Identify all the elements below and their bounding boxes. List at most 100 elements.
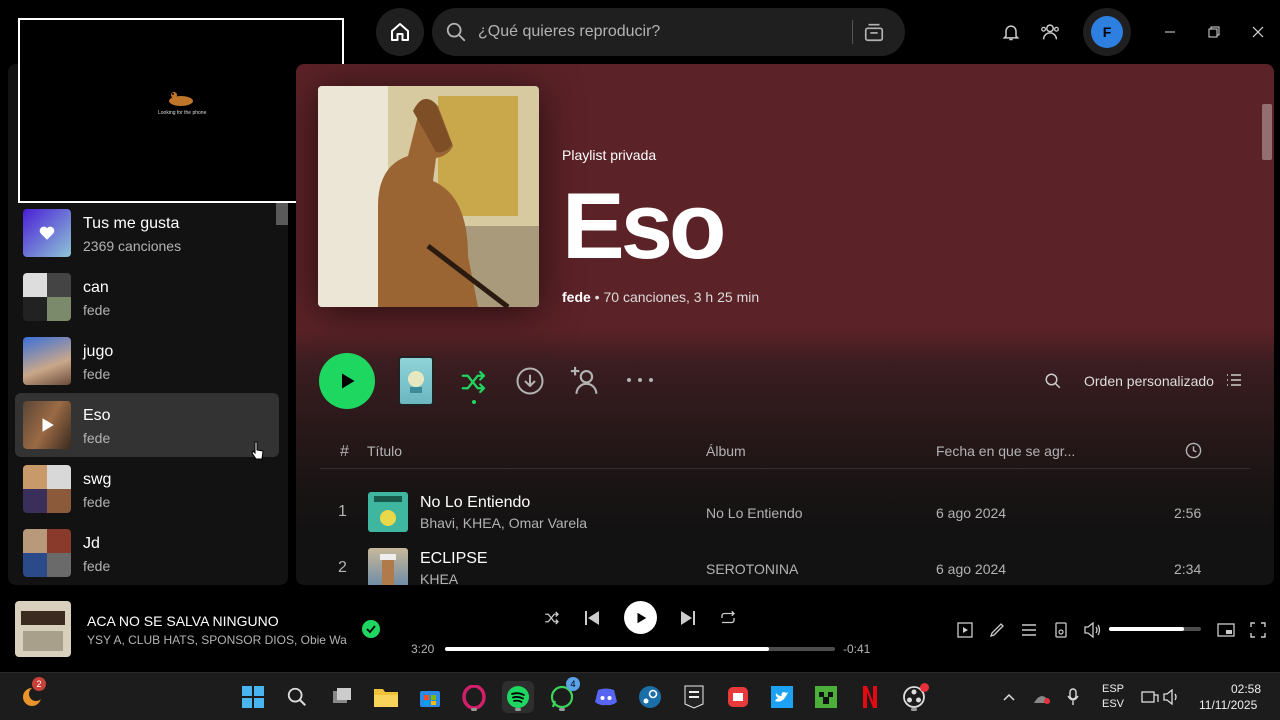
browse-icon[interactable] [862, 20, 886, 44]
store-app[interactable] [414, 681, 446, 713]
search-icon [287, 687, 306, 706]
volume-icon[interactable] [1083, 620, 1103, 640]
saved-check-icon[interactable] [362, 620, 380, 638]
track-album[interactable]: SEROTONINA [706, 561, 798, 577]
minimize-icon[interactable] [1158, 20, 1182, 44]
now-playing-view-icon[interactable] [955, 620, 975, 640]
next-icon[interactable] [677, 607, 699, 629]
library-item-name: Eso [83, 407, 111, 424]
library-item-name: Jd [83, 535, 100, 552]
library-item-can[interactable]: can fede [15, 265, 279, 329]
minecraft-app[interactable] [810, 681, 842, 713]
invite-collaborator-icon[interactable] [568, 364, 602, 398]
library-item-swg[interactable]: swg fede [15, 457, 279, 521]
shuffle-icon[interactable] [541, 607, 563, 629]
volume-slider[interactable] [1109, 627, 1201, 631]
library-item-jd[interactable]: Jd fede [15, 521, 279, 585]
header-title[interactable]: Título [367, 443, 402, 459]
whatsapp-app[interactable]: 4 [546, 677, 580, 713]
track-date-added: 6 ago 2024 [936, 561, 1007, 577]
now-playing-art[interactable] [15, 601, 71, 657]
playlist-cover [23, 529, 71, 577]
library-item-name: swg [83, 471, 112, 488]
taskbar-search-button[interactable] [281, 681, 313, 713]
library-item-sub: fede [83, 302, 111, 318]
playlist-owner[interactable]: fede [562, 289, 591, 305]
track-album[interactable]: No Lo Entiendo [706, 505, 803, 521]
epic-games-app[interactable] [678, 681, 710, 713]
epic-games-icon [684, 685, 704, 709]
tray-overflow-icon[interactable] [998, 681, 1020, 713]
language-bottom[interactable]: ESV [1102, 698, 1124, 710]
repeat-icon[interactable] [717, 607, 739, 629]
recording-dot [920, 683, 929, 692]
home-button[interactable] [376, 8, 424, 56]
running-indicator [911, 708, 917, 711]
microphone-icon[interactable] [1062, 681, 1084, 713]
list-view-icon[interactable] [1224, 370, 1244, 390]
more-options-icon[interactable] [624, 368, 656, 392]
fullscreen-icon[interactable] [1248, 620, 1268, 640]
game-launcher-icon [728, 687, 748, 707]
search-bar[interactable] [432, 8, 905, 56]
discord-app[interactable] [590, 681, 622, 713]
track-title[interactable]: No Lo Entiendo [420, 494, 530, 512]
download-icon[interactable] [514, 365, 546, 397]
restore-icon[interactable] [1202, 20, 1226, 44]
track-number: 2 [338, 559, 347, 576]
clock-date[interactable]: 11/11/2025 [1199, 698, 1257, 712]
main-scrollbar[interactable] [1262, 104, 1272, 160]
start-button[interactable] [237, 681, 269, 713]
track-artists[interactable]: Bhavi, KHEA, Omar Varela [420, 515, 587, 531]
now-playing-title[interactable]: ACA NO SE SALVA NINGUNO [87, 613, 279, 629]
smart-shuffle-card[interactable] [398, 356, 434, 406]
weather-widget[interactable]: 2 [16, 677, 48, 713]
playlist-kind: Playlist privada [562, 147, 657, 163]
lyrics-icon[interactable] [987, 620, 1007, 640]
track-title[interactable]: ECLIPSE [420, 550, 488, 568]
obs-app[interactable] [898, 681, 930, 713]
library-item-eso[interactable]: Eso fede [15, 393, 279, 460]
netflix-app[interactable] [854, 681, 886, 713]
clock-time[interactable]: 02:58 [1231, 682, 1261, 696]
shuffle-icon[interactable] [458, 366, 490, 398]
sort-order-button[interactable]: Orden personalizado [1084, 373, 1214, 389]
opera-app[interactable] [458, 681, 490, 713]
netflix-icon [863, 686, 877, 708]
library-item-liked[interactable]: Tus me gusta 2369 canciones [15, 201, 279, 265]
clock-icon [1184, 441, 1202, 459]
play-button[interactable] [319, 353, 375, 409]
connect-device-icon[interactable] [1051, 620, 1071, 640]
queue-icon[interactable] [1019, 620, 1039, 640]
library-item-jugo[interactable]: jugo fede [15, 329, 279, 393]
miniplayer-icon[interactable] [1216, 620, 1236, 640]
library-item-sub: fede [83, 494, 111, 510]
close-icon[interactable] [1246, 20, 1270, 44]
speaker-icon[interactable] [1162, 681, 1182, 713]
progress-bar[interactable] [445, 647, 835, 651]
network-icon[interactable] [1030, 681, 1054, 713]
display-icon[interactable] [1140, 681, 1160, 713]
track-artists[interactable]: KHEA [420, 571, 458, 585]
pause-play-button[interactable] [624, 601, 657, 634]
now-playing-artists[interactable]: YSY A, CLUB HATS, SPONSOR DIOS, Obie Wan… [87, 633, 347, 647]
profile-button[interactable]: F [1083, 8, 1131, 56]
game-launcher-app[interactable] [722, 681, 754, 713]
language-top[interactable]: ESP [1102, 683, 1124, 695]
header-date-added[interactable]: Fecha en que se agr... [936, 443, 1075, 459]
previous-icon[interactable] [581, 607, 603, 629]
play-icon [342, 373, 355, 389]
spotify-app[interactable] [502, 681, 534, 713]
task-view-button[interactable] [326, 681, 358, 713]
file-explorer-app[interactable] [370, 681, 402, 713]
twitter-app[interactable] [766, 681, 798, 713]
header-album[interactable]: Álbum [706, 443, 746, 459]
friends-icon[interactable] [1038, 20, 1062, 44]
search-in-playlist-icon[interactable] [1042, 370, 1064, 392]
track-art [368, 548, 408, 585]
header-number: # [340, 443, 349, 460]
steam-app[interactable] [634, 681, 666, 713]
library-item-name: Tus me gusta [83, 215, 180, 232]
bell-icon[interactable] [999, 20, 1023, 44]
search-input[interactable] [478, 23, 838, 41]
